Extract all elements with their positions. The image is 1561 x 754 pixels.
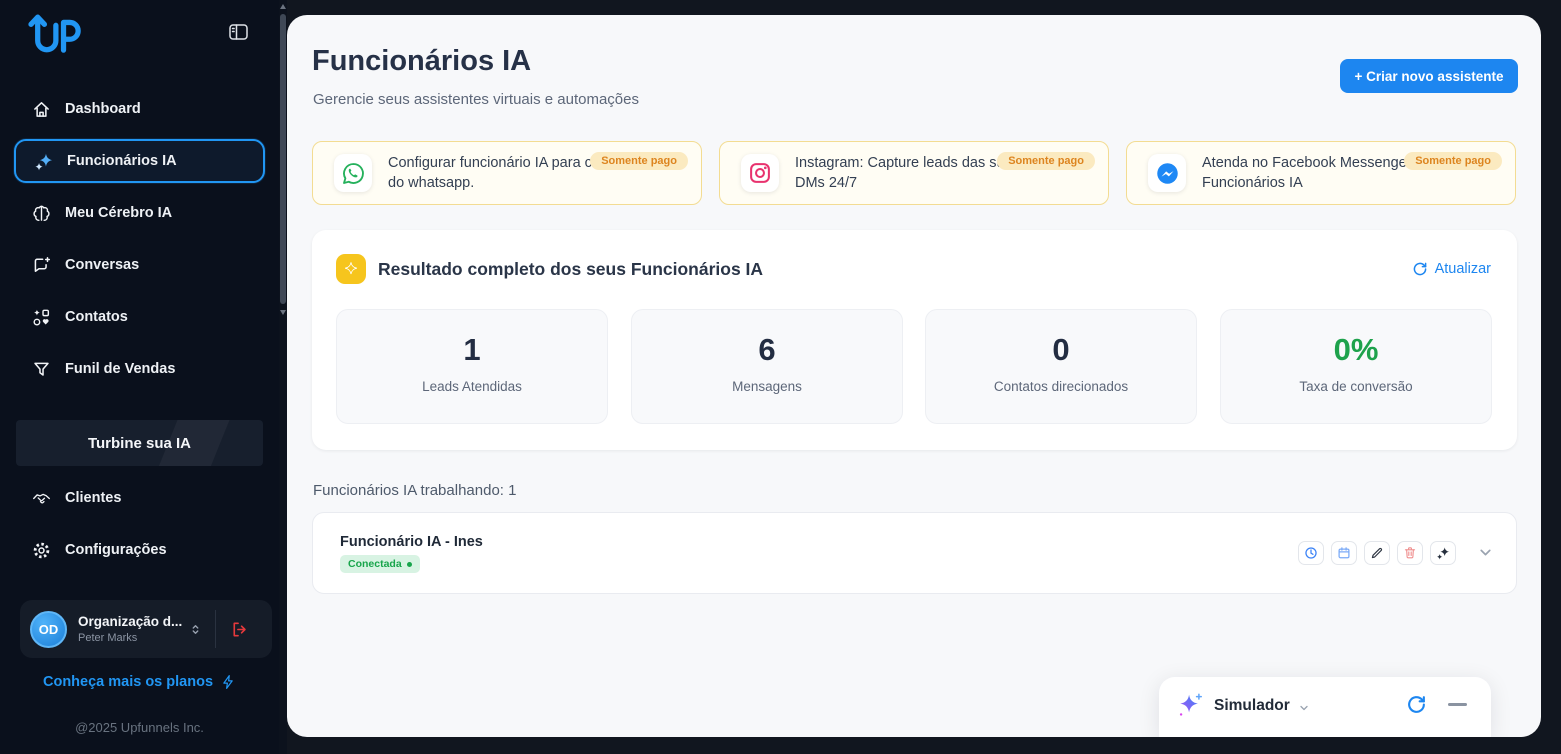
paid-only-badge: Somente pago <box>1404 152 1502 170</box>
stat-label: Mensagens <box>632 379 902 394</box>
whatsapp-icon <box>334 154 372 192</box>
stat-label: Leads Atendidas <box>337 379 607 394</box>
sidebar-item-conversas[interactable]: Conversas <box>14 243 265 287</box>
results-card: Resultado completo dos seus Funcionários… <box>312 230 1517 450</box>
promo-card-instagram[interactable]: Instagram: Capture leads das suas DMs 24… <box>719 141 1109 205</box>
org-name: Organização d... <box>78 614 186 629</box>
trash-icon <box>1403 546 1417 560</box>
simulator-refresh-icon[interactable] <box>1406 694 1427 715</box>
sidebar-item-contatos[interactable]: Contatos <box>14 295 265 339</box>
sidebar-item-configuracoes[interactable]: Configurações <box>14 528 265 572</box>
stat-value: 0% <box>1221 332 1491 368</box>
user-card[interactable]: OD Organização d... Peter Marks <box>20 600 272 658</box>
copyright: @2025 Upfunnels Inc. <box>0 720 279 735</box>
turbine-banner-label: Turbine sua IA <box>88 435 191 452</box>
stat-value: 6 <box>632 332 902 368</box>
main-panel: Funcionários IA Gerencie seus assistente… <box>287 15 1541 737</box>
refresh-icon <box>1412 261 1428 277</box>
sidebar-item-funil-de-vendas[interactable]: Funil de Vendas <box>14 347 265 391</box>
simulator-widget: Simulador <box>1159 677 1491 737</box>
clock-icon <box>1304 546 1318 560</box>
promo-card-whatsapp[interactable]: Configurar funcionário IA para contas do… <box>312 141 702 205</box>
funnel-icon <box>31 359 51 379</box>
scroll-down-icon[interactable] <box>280 310 286 315</box>
paid-only-badge: Somente pago <box>997 152 1095 170</box>
page-title: Funcionários IA <box>312 45 531 78</box>
chat-plus-icon <box>31 255 51 275</box>
results-title: Resultado completo dos seus Funcionários… <box>378 259 763 280</box>
app-root: Dashboard Funcionários IA <box>0 0 1561 754</box>
gear-icon <box>31 540 51 560</box>
avatar: OD <box>30 611 67 648</box>
turbine-banner[interactable]: Turbine sua IA <box>16 420 263 466</box>
plans-link[interactable]: Conheça mais os planos <box>0 674 279 690</box>
scrollbar-thumb[interactable] <box>280 14 286 304</box>
pencil-icon <box>1370 546 1384 560</box>
stat-conversao: 0% Taxa de conversão <box>1220 309 1492 424</box>
delete-button[interactable] <box>1397 541 1423 565</box>
simulator-star-icon <box>1175 691 1205 721</box>
sidebar-item-label: Funil de Vendas <box>65 361 175 377</box>
ai-actions-button[interactable] <box>1430 541 1456 565</box>
sidebar-item-label: Funcionários IA <box>67 153 177 169</box>
status-dot <box>407 562 412 567</box>
stat-value: 0 <box>926 332 1196 368</box>
sidebar-item-label: Configurações <box>65 542 167 558</box>
stat-value: 1 <box>337 332 607 368</box>
sidebar-item-label: Clientes <box>65 490 121 506</box>
sidebar-item-label: Conversas <box>65 257 139 273</box>
sidebar-item-dashboard[interactable]: Dashboard <box>14 87 265 131</box>
page-subtitle: Gerencie seus assistentes virtuais e aut… <box>313 91 639 108</box>
home-icon <box>31 99 51 119</box>
calendar-button[interactable] <box>1331 541 1357 565</box>
refresh-results-button[interactable]: Atualizar <box>1412 261 1491 277</box>
divider <box>215 610 216 648</box>
working-count-label: Funcionários IA trabalhando: 1 <box>313 482 516 499</box>
scroll-up-icon[interactable] <box>280 4 286 9</box>
handshake-icon <box>31 488 51 508</box>
up-arrow-logo-icon <box>24 10 82 54</box>
sparkle-icon <box>336 254 366 284</box>
employee-actions <box>1298 541 1456 565</box>
stat-label: Taxa de conversão <box>1221 379 1491 394</box>
edit-button[interactable] <box>1364 541 1390 565</box>
schedule-clock-button[interactable] <box>1298 541 1324 565</box>
employee-card: Funcionário IA - Ines Conectada <box>312 512 1517 594</box>
sidebar-item-label: Contatos <box>65 309 128 325</box>
logout-icon[interactable] <box>230 620 249 639</box>
simulator-minimize-icon[interactable] <box>1448 703 1467 706</box>
page-scrollbar[interactable] <box>279 0 287 754</box>
simulator-chevron-icon[interactable] <box>1298 702 1310 714</box>
sidebar-collapse-icon[interactable] <box>228 22 249 42</box>
calendar-icon <box>1337 546 1351 560</box>
sidebar: Dashboard Funcionários IA <box>0 0 279 754</box>
sidebar-item-funcionarios-ia[interactable]: Funcionários IA <box>14 139 265 183</box>
stat-contatos: 0 Contatos direcionados <box>925 309 1197 424</box>
stat-label: Contatos direcionados <box>926 379 1196 394</box>
up-logo <box>24 10 82 54</box>
instagram-icon <box>741 154 779 192</box>
shapes-icon <box>31 307 51 327</box>
sparkles-icon <box>33 151 53 171</box>
employee-name: Funcionário IA - Ines <box>340 534 483 550</box>
lightning-icon <box>221 674 236 690</box>
messenger-icon <box>1148 154 1186 192</box>
stat-mensagens: 6 Mensagens <box>631 309 903 424</box>
stat-leads: 1 Leads Atendidas <box>336 309 608 424</box>
sidebar-item-label: Meu Cérebro IA <box>65 205 172 221</box>
promo-card-messenger[interactable]: Atenda no Facebook Messenger com Funcion… <box>1126 141 1516 205</box>
create-assistant-button[interactable]: + Criar novo assistente <box>1340 59 1518 93</box>
user-name: Peter Marks <box>78 632 186 644</box>
sparkles-icon <box>1436 546 1450 560</box>
sidebar-item-label: Dashboard <box>65 101 141 117</box>
sidebar-item-clientes[interactable]: Clientes <box>14 476 265 520</box>
paid-only-badge: Somente pago <box>590 152 688 170</box>
expand-employee-chevron-icon[interactable] <box>1477 544 1494 561</box>
status-badge: Conectada <box>340 555 420 573</box>
brain-icon <box>31 203 51 223</box>
unfold-chevron-icon[interactable] <box>188 621 203 638</box>
sidebar-nav: Dashboard Funcionários IA <box>0 87 279 580</box>
simulator-title: Simulador <box>1214 697 1290 715</box>
sidebar-item-meu-cerebro-ia[interactable]: Meu Cérebro IA <box>14 191 265 235</box>
